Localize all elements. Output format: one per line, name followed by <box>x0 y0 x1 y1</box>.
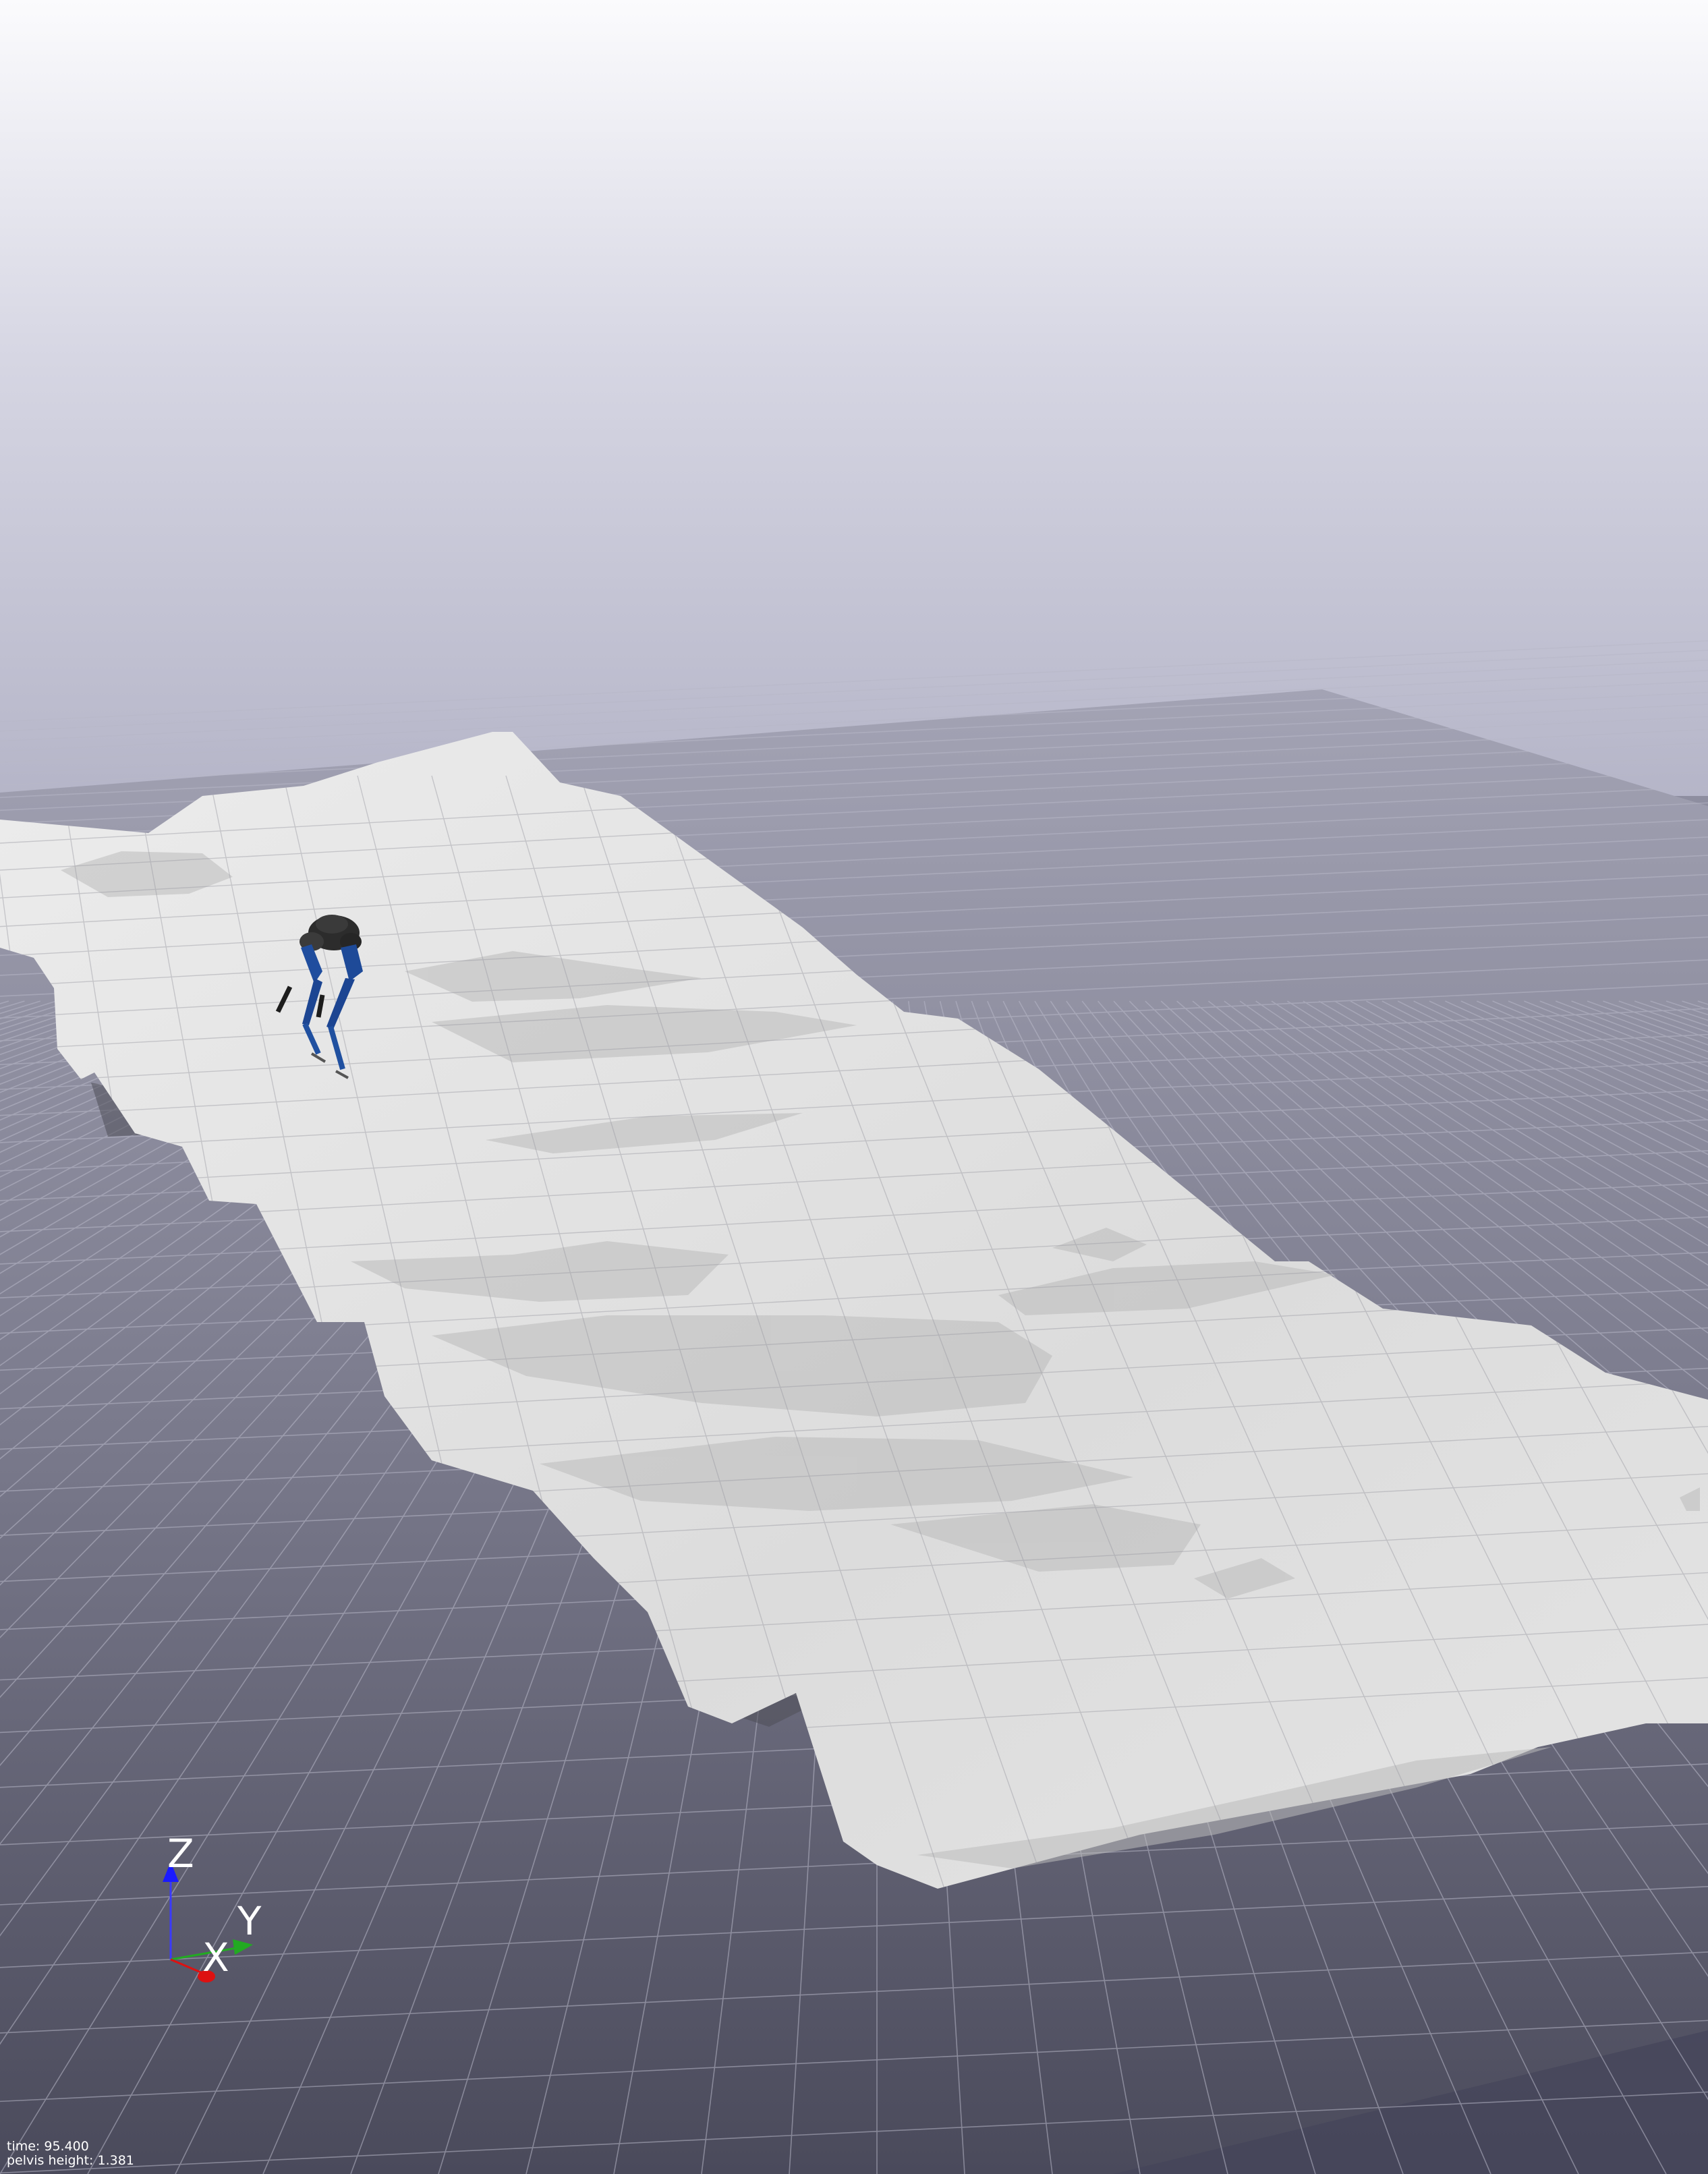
x-axis-label: X <box>202 1935 229 1980</box>
simulation-viewport[interactable]: Z Y X time: 95.400 pelvis height: 1.381 <box>0 0 1708 2174</box>
3d-scene[interactable]: Z Y X <box>0 0 1708 2174</box>
y-axis-label: Y <box>237 1898 262 1944</box>
time-readout: time: 95.400 <box>7 2139 89 2154</box>
status-overlay: time: 95.400 pelvis height: 1.381 <box>7 2140 134 2168</box>
robot-pelvis-top <box>316 915 348 934</box>
pelvis-height-readout: pelvis height: 1.381 <box>7 2153 134 2168</box>
sky-background <box>0 0 1708 796</box>
z-axis-label: Z <box>167 1831 194 1877</box>
